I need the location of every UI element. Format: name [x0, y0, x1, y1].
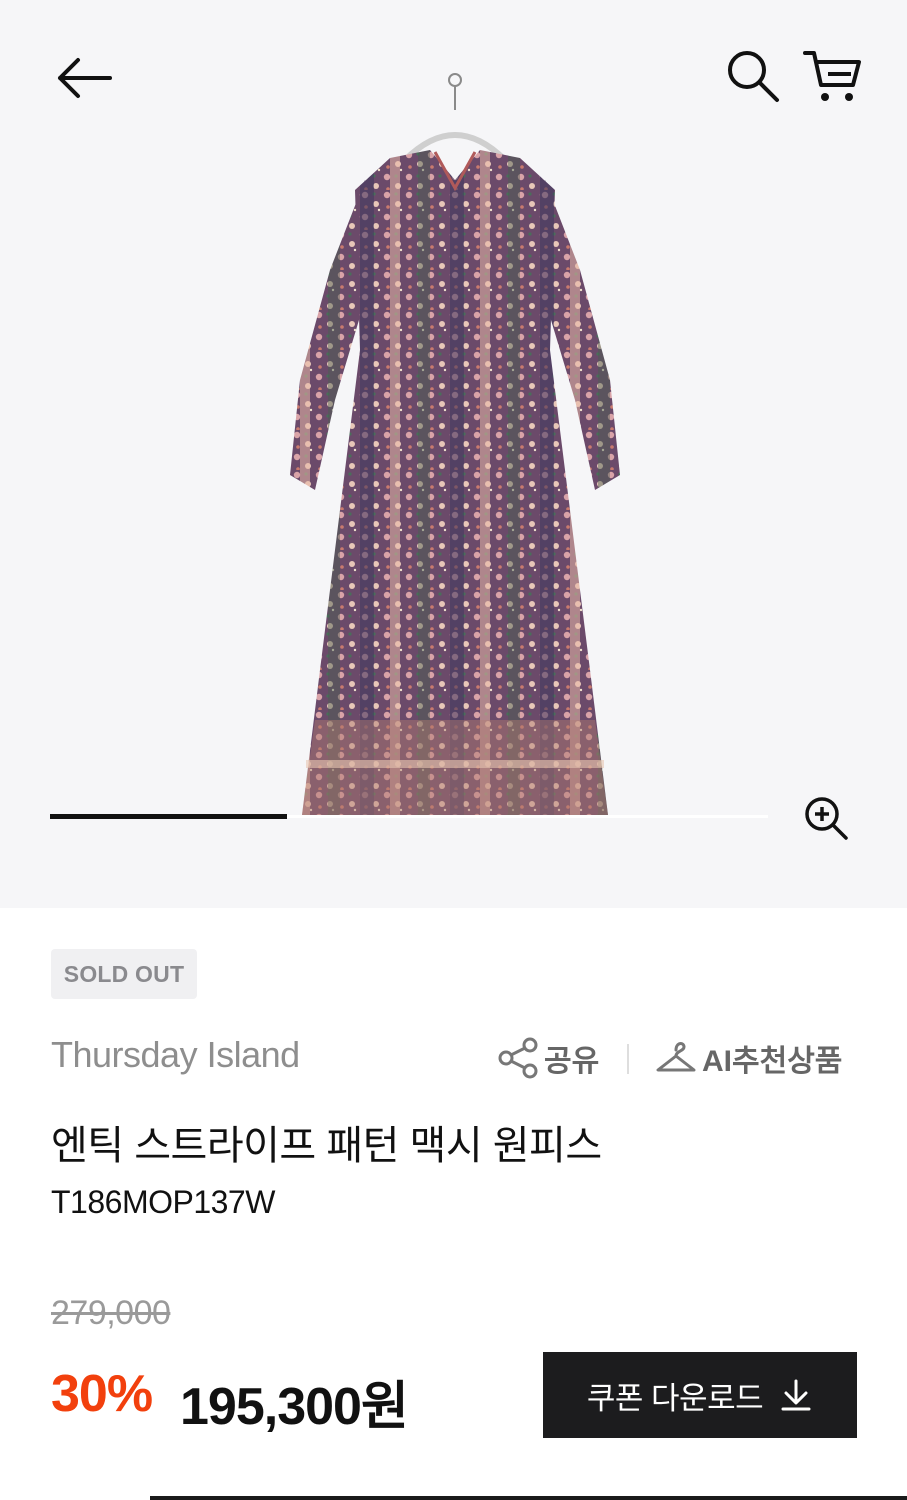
- search-icon: [728, 51, 779, 102]
- brand-name[interactable]: Thursday Island: [51, 1034, 300, 1076]
- cart-button[interactable]: [800, 42, 866, 108]
- sale-price: 195,300원: [180, 1378, 409, 1436]
- original-price: 279,000: [51, 1294, 171, 1332]
- slide-progress-bar: [50, 814, 768, 819]
- product-title: 엔틱 스트라이프 패턴 맥시 원피스: [51, 1124, 602, 1168]
- arrow-left-icon: [58, 58, 112, 98]
- zoom-button[interactable]: [800, 793, 852, 843]
- share-label: 공유: [544, 1045, 600, 1078]
- coupon-download-button[interactable]: 쿠폰 다운로드: [543, 1352, 857, 1438]
- ai-recommend-button[interactable]: AI추천상품: [654, 1034, 842, 1082]
- share-icon: [498, 1037, 538, 1079]
- back-button[interactable]: [50, 50, 118, 106]
- product-code: T186MOP137W: [51, 1184, 275, 1220]
- hanger-icon: [656, 1042, 696, 1072]
- ai-recommend-label: AI추천상품: [702, 1045, 843, 1078]
- search-button[interactable]: [722, 44, 784, 108]
- divider: [627, 1044, 629, 1074]
- cart-icon: [803, 51, 861, 101]
- discount-rate: 30%: [51, 1365, 153, 1423]
- download-icon: [781, 1379, 811, 1411]
- status-badge: SOLD OUT: [51, 949, 197, 999]
- bottom-bar-edge: [150, 1496, 907, 1500]
- zoom-in-icon: [805, 797, 848, 840]
- slide-progress-fill: [50, 814, 287, 819]
- product-gallery[interactable]: [0, 0, 907, 908]
- coupon-download-label: 쿠폰 다운로드: [586, 1380, 764, 1416]
- share-button[interactable]: 공유: [496, 1034, 599, 1082]
- product-image[interactable]: [270, 70, 640, 840]
